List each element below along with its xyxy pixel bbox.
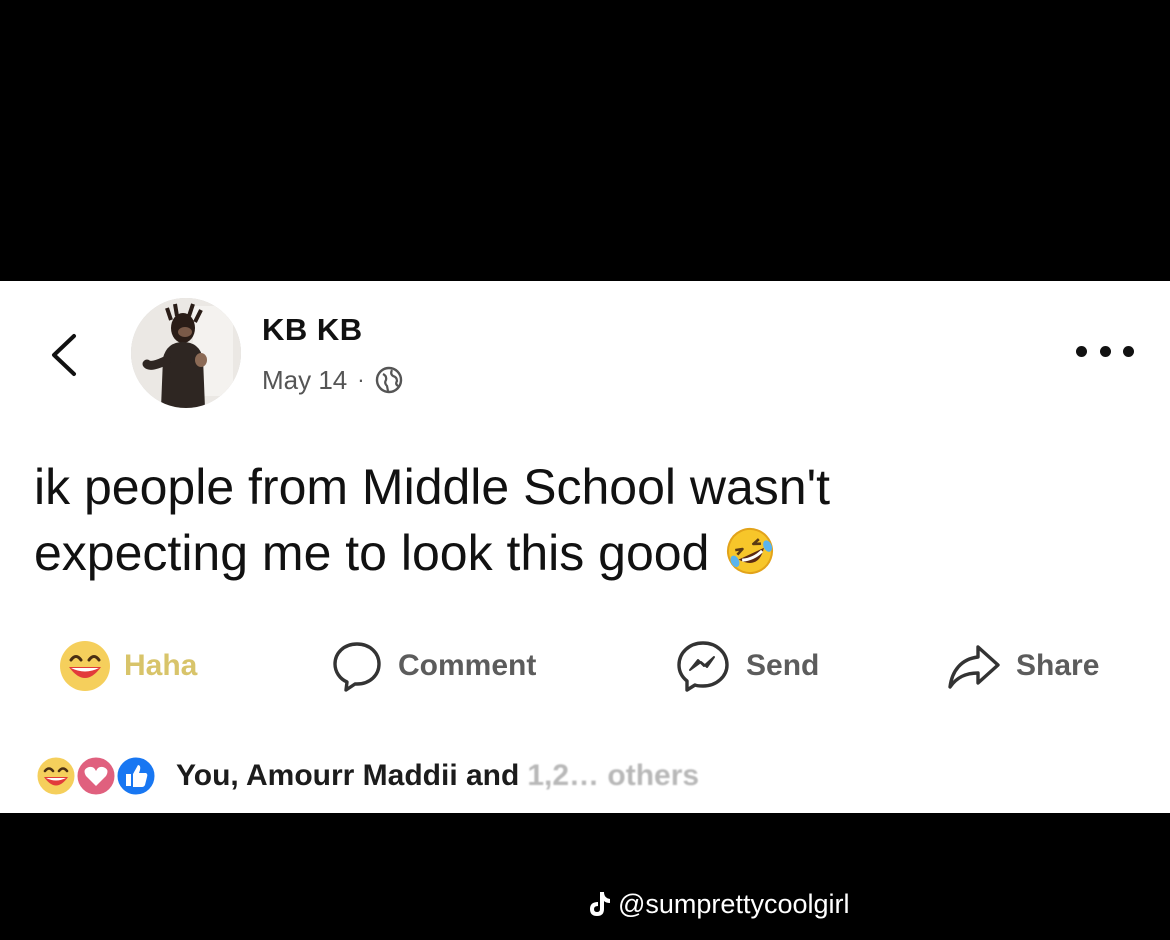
haha-reaction-icon bbox=[60, 641, 110, 691]
reaction-icons bbox=[34, 754, 162, 798]
more-options-icon[interactable] bbox=[1076, 337, 1134, 365]
back-chevron-icon[interactable] bbox=[44, 330, 84, 380]
avatar[interactable] bbox=[131, 298, 241, 408]
reaction-summary[interactable]: You, Amourr Maddii and 1,2… others bbox=[34, 752, 699, 800]
globe-icon bbox=[375, 366, 402, 394]
like-icon bbox=[114, 754, 158, 798]
comment-icon bbox=[333, 642, 381, 692]
haha-label: Haha bbox=[124, 649, 198, 682]
send-label: Send bbox=[746, 649, 820, 682]
post-date[interactable]: May 14 bbox=[262, 365, 347, 396]
reaction-summary-text: You, Amourr Maddii and bbox=[176, 759, 520, 792]
send-button[interactable]: Send bbox=[674, 638, 819, 694]
more-dot bbox=[1123, 345, 1134, 357]
reaction-names: You, Amourr Maddii and 1,2… others bbox=[176, 759, 699, 793]
post-meta: May 14 · bbox=[262, 364, 403, 396]
post-text-line-1: ik people from Middle School wasn't bbox=[34, 459, 831, 515]
share-label: Share bbox=[1016, 649, 1100, 682]
rolling-laughing-emoji-icon bbox=[727, 528, 774, 574]
share-arrow-icon bbox=[948, 645, 1000, 689]
haha-button[interactable]: Haha bbox=[58, 638, 197, 694]
more-dot bbox=[1099, 345, 1111, 357]
author-name[interactable]: KB KB bbox=[262, 312, 363, 348]
comment-button[interactable]: Comment bbox=[330, 638, 536, 694]
share-button[interactable]: Share bbox=[946, 638, 1099, 694]
profile-photo-icon bbox=[131, 298, 241, 408]
post-text-line-2: expecting me to look this good bbox=[34, 525, 710, 581]
reaction-others-obscured: 1,2… others bbox=[527, 759, 700, 792]
messenger-icon bbox=[677, 641, 729, 692]
comment-label: Comment bbox=[398, 649, 537, 682]
creator-handle: @sumprettycoolgirl bbox=[618, 888, 850, 919]
tiktok-icon bbox=[590, 892, 610, 916]
post-text: ik people from Middle School wasn't expe… bbox=[34, 454, 1114, 586]
meta-separator: · bbox=[357, 367, 365, 392]
more-dot bbox=[1076, 345, 1087, 357]
tiktok-watermark: @sumprettycoolgirl bbox=[586, 884, 849, 924]
